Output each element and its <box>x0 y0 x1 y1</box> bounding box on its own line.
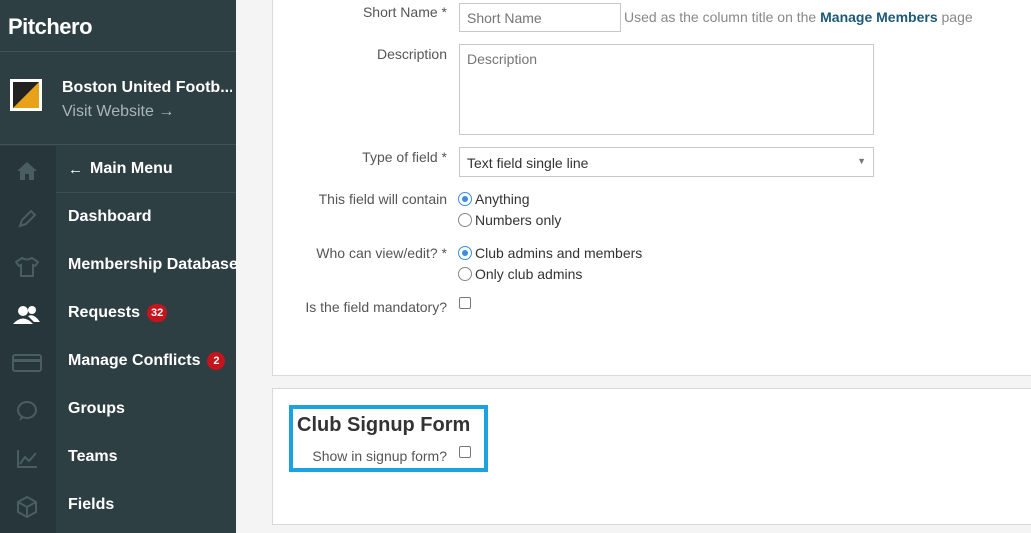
description-label: Description <box>376 46 447 62</box>
home-icon[interactable] <box>12 159 42 183</box>
type-of-field-select[interactable]: Text field single line ▼ <box>459 147 874 177</box>
help-suffix: page <box>941 9 973 25</box>
description-textarea[interactable] <box>459 44 874 135</box>
show-in-signup-checkbox[interactable] <box>459 446 471 458</box>
pencil-icon[interactable] <box>12 207 42 231</box>
menu-item-label: Groups <box>68 400 125 417</box>
field-contain-label: This field will contain <box>318 191 447 207</box>
menu-item-fields[interactable]: Fields <box>68 496 114 514</box>
help-prefix: Used as the column title on the <box>624 9 817 25</box>
club-badge-icon <box>10 79 42 111</box>
radio-label: Anything <box>475 191 530 207</box>
menu-item-label: Teams <box>68 448 118 465</box>
radio-label: Only club admins <box>475 266 583 282</box>
radio-label: Numbers only <box>475 212 562 228</box>
payments-icon[interactable] <box>12 351 42 375</box>
box-icon[interactable] <box>12 495 42 519</box>
visit-website-link[interactable]: Visit Website → <box>62 103 174 121</box>
short-name-label: Short Name * <box>362 4 447 20</box>
arrow-left-icon: ← <box>68 160 83 178</box>
requests-count-badge: 32 <box>147 304 168 322</box>
short-name-input[interactable] <box>459 3 621 32</box>
club-header: Boston United Footb... Visit Website → <box>0 51 236 145</box>
icon-rail <box>0 146 56 533</box>
radio-admins-and-members[interactable]: Club admins and members <box>458 245 642 261</box>
main-menu-label: Main Menu <box>90 160 173 177</box>
short-name-help: Used as the column title on the Manage M… <box>624 9 973 25</box>
chat-icon[interactable] <box>12 399 42 423</box>
radio-label: Club admins and members <box>475 245 643 261</box>
menu-item-membership-database[interactable]: Membership Database <box>68 256 238 274</box>
radio-only-admins[interactable]: Only club admins <box>458 266 582 282</box>
mandatory-label: Is the field mandatory? <box>305 299 447 315</box>
menu-item-groups[interactable]: Groups <box>68 400 125 418</box>
shirt-icon[interactable] <box>12 255 42 279</box>
menu-item-label: Membership Database <box>68 256 238 273</box>
radio-button[interactable] <box>458 267 472 281</box>
main-menu-back[interactable]: ← Main Menu <box>56 146 236 193</box>
members-icon[interactable] <box>12 303 42 327</box>
stats-icon[interactable] <box>12 447 42 471</box>
menu-item-label: Manage Conflicts <box>68 352 201 369</box>
view-edit-label: Who can view/edit? * <box>316 245 447 261</box>
menu-item-label: Fields <box>68 496 115 513</box>
menu-item-label: Dashboard <box>68 208 152 225</box>
club-name: Boston United Footb... <box>62 79 232 96</box>
mandatory-checkbox[interactable] <box>459 297 471 309</box>
menu-item-dashboard[interactable]: Dashboard <box>68 208 152 226</box>
logo-bar: Pitchero <box>0 0 236 51</box>
radio-button[interactable] <box>458 213 472 227</box>
manage-members-link[interactable]: Manage Members <box>820 9 937 25</box>
chevron-down-icon: ▼ <box>857 156 866 166</box>
radio-numbers-only[interactable]: Numbers only <box>458 212 561 228</box>
menu-item-teams[interactable]: Teams <box>68 448 118 466</box>
radio-button[interactable] <box>458 192 472 206</box>
sidebar: Pitchero Boston United Footb... Visit We… <box>0 0 238 533</box>
show-in-signup-label: Show in signup form? <box>312 448 447 464</box>
pitchero-logo[interactable]: Pitchero <box>8 14 93 40</box>
menu-item-requests[interactable]: Requests 32 <box>68 304 168 322</box>
side-menu: ← Main Menu Dashboard Membership Databas… <box>56 146 238 533</box>
menu-item-manage-conflicts[interactable]: Manage Conflicts 2 <box>68 352 226 370</box>
radio-anything[interactable]: Anything <box>458 191 529 207</box>
conflicts-count-badge: 2 <box>207 352 226 370</box>
radio-button[interactable] <box>458 246 472 260</box>
menu-item-label: Requests <box>68 304 141 321</box>
type-of-field-value: Text field single line <box>467 155 589 171</box>
type-of-field-label: Type of field * <box>362 149 447 165</box>
signup-section-title: Club Signup Form <box>297 414 471 436</box>
